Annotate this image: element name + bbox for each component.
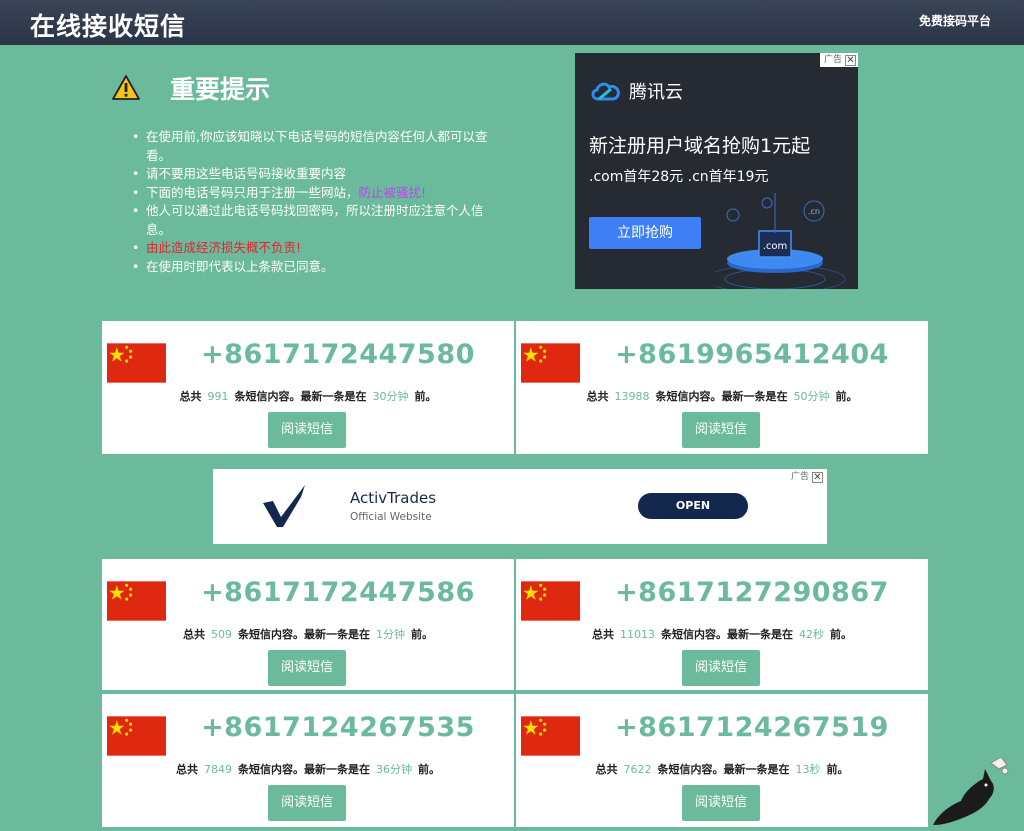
read-sms-button[interactable]: 阅读短信	[682, 412, 760, 448]
phone-card: +8617172447580 总共 991 条短信内容。最新一条是在 30分钟 前。 阅…	[102, 321, 514, 454]
notice-highlight-anti-harassment: 防止被骚扰!	[358, 184, 427, 200]
ad-headline: 新注册用户域名抢购1元起	[589, 135, 811, 157]
message-stats: 总共 11013 条短信内容。最新一条是在 42秒 前。	[592, 628, 852, 641]
advertiser-subtitle: Official Website	[350, 511, 432, 523]
notice-header: 重要提示	[112, 70, 270, 106]
notice-item: 在使用时即代表以上条款已同意。	[132, 258, 502, 277]
message-count: 991	[207, 390, 229, 403]
cloud-logo-icon	[591, 82, 620, 101]
phone-number-link[interactable]: +8619965412404	[576, 339, 928, 370]
message-stats: 总共 7622 条短信内容。最新一条是在 13秒 前。	[595, 763, 849, 776]
notice-list: 在使用前,你应该知晓以下电话号码的短信内容任何人都可以查看。 请不要用这些电话号…	[132, 128, 502, 276]
read-sms-button[interactable]: 阅读短信	[682, 785, 760, 821]
china-flag-icon	[521, 716, 580, 756]
phone-number-link[interactable]: +8617124267535	[162, 712, 514, 743]
phone-card: +8617127290867 总共 11013 条短信内容。最新一条是在 42秒 前。 …	[516, 559, 928, 690]
latest-time: 42秒	[799, 628, 824, 641]
art-label-com: .com	[763, 241, 788, 252]
ad-badge[interactable]: 广告 ✕	[819, 53, 858, 67]
advertiser-name: ActivTrades	[350, 489, 437, 507]
china-flag-icon	[107, 581, 166, 621]
latest-time: 1分钟	[376, 628, 405, 641]
phone-card: +8617124267535 总共 7849 条短信内容。最新一条是在 36分钟 前。 …	[102, 694, 514, 827]
activtrades-ad[interactable]: 广告 ✕ ActivTrades Official Website OPEN	[213, 469, 827, 544]
phone-card: +8617172447586 总共 509 条短信内容。最新一条是在 1分钟 前。 阅读…	[102, 559, 514, 690]
message-stats: 总共 7849 条短信内容。最新一条是在 36分钟 前。	[176, 763, 440, 776]
latest-time: 30分钟	[372, 390, 409, 403]
art-label-cn: .cn	[808, 207, 820, 216]
phone-card: +8617124267519 总共 7622 条短信内容。最新一条是在 13秒 前。 阅…	[516, 694, 928, 827]
latest-time: 13秒	[795, 763, 821, 776]
message-count: 509	[211, 628, 232, 641]
china-flag-icon	[107, 716, 166, 756]
message-stats: 总共 509 条短信内容。最新一条是在 1分钟 前。	[183, 628, 433, 641]
phone-number-link[interactable]: +8617172447586	[162, 577, 514, 608]
notice-title: 重要提示	[170, 75, 271, 104]
ad-badge[interactable]: 广告 ✕	[786, 470, 825, 484]
message-count: 7622	[623, 763, 652, 776]
phone-number-link[interactable]: +8617127290867	[576, 577, 928, 608]
phone-number-link[interactable]: +8617172447580	[162, 339, 514, 370]
activtrades-logo-icon	[263, 485, 305, 527]
notice-item: 他人可以通过此电话号码找回密码，所以注册时应注意个人信息。	[132, 202, 502, 239]
message-count: 7849	[204, 763, 232, 776]
china-flag-icon	[107, 343, 166, 383]
notice-item: 在使用前,你应该知晓以下电话号码的短信内容任何人都可以查看。	[132, 128, 502, 165]
buy-now-button[interactable]: 立即抢购	[589, 217, 701, 249]
latest-time: 36分钟	[376, 763, 412, 776]
notice-item: 下面的电话号码只用于注册一些网站，防止被骚扰!	[132, 184, 502, 203]
latest-time: 50分钟	[793, 390, 830, 403]
phone-number-link[interactable]: +8617124267519	[576, 712, 928, 743]
tencent-cloud-logo: 腾讯云	[589, 78, 683, 104]
nav-link-free-sms-platform[interactable]: 免费接码平台	[919, 12, 991, 29]
top-navbar: 在线接收短信 免费接码平台	[0, 0, 1024, 45]
tencent-cloud-ad[interactable]: 广告 ✕ 腾讯云 新注册用户域名抢购1元起 .com首年28元 .cn首年19元 …	[575, 53, 858, 289]
message-count: 13988	[614, 390, 650, 403]
warning-icon	[112, 75, 140, 100]
read-sms-button[interactable]: 阅读短信	[268, 650, 346, 686]
notice-disclaimer: 由此造成经济损失概不负责!	[146, 240, 302, 255]
phone-card: +8619965412404 总共 13988 条短信内容。最新一条是在 50分钟 前。…	[516, 321, 928, 454]
notice-item: 请不要用这些电话号码接收重要内容	[132, 165, 502, 184]
notice-item: 由此造成经济损失概不负责!	[132, 239, 502, 258]
read-sms-button[interactable]: 阅读短信	[268, 785, 346, 821]
message-stats: 总共 991 条短信内容。最新一条是在 30分钟 前。	[179, 390, 437, 403]
china-flag-icon	[521, 343, 580, 383]
site-title[interactable]: 在线接收短信	[30, 7, 186, 43]
open-button[interactable]: OPEN	[638, 493, 748, 519]
message-count: 11013	[620, 628, 655, 641]
domain-illustration: .com .cn	[715, 193, 846, 289]
ad-close-icon[interactable]: ✕	[812, 471, 823, 483]
read-sms-button[interactable]: 阅读短信	[682, 650, 760, 686]
message-stats: 总共 13988 条短信内容。最新一条是在 50分钟 前。	[586, 390, 858, 403]
mascot-decoration	[933, 756, 1009, 825]
read-sms-button[interactable]: 阅读短信	[268, 412, 346, 448]
china-flag-icon	[521, 581, 580, 621]
ad-close-icon[interactable]: ✕	[845, 54, 856, 66]
